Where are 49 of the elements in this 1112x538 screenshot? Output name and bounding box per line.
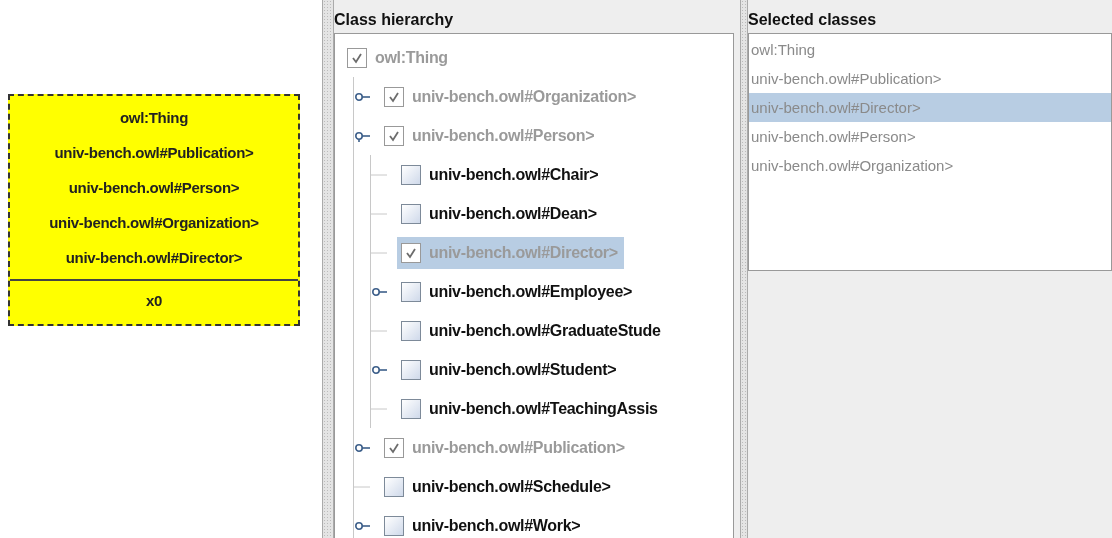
list-item[interactable]: univ-bench.owl#Publication> [749, 64, 1111, 93]
checkbox[interactable] [401, 359, 421, 380]
panel-title: Class hierarchy [334, 10, 455, 30]
checkbox[interactable] [384, 437, 404, 458]
list-item[interactable]: univ-bench.owl#Director> [749, 93, 1111, 122]
checkbox[interactable] [384, 515, 404, 536]
tree-item[interactable]: univ-bench.owl#Employee> [397, 275, 639, 308]
tree-item[interactable]: univ-bench.owl#TeachingAssis [397, 392, 664, 425]
class-label: owl:Thing [119, 108, 189, 128]
list-item[interactable]: owl:Thing [749, 35, 1111, 64]
collapsed-handle-icon[interactable] [354, 441, 372, 454]
checkbox[interactable] [347, 47, 367, 68]
list-item[interactable]: univ-bench.owl#Person> [749, 122, 1111, 151]
panel-title: Selected classes [748, 10, 878, 30]
list-item[interactable]: univ-bench.owl#Organization> [749, 151, 1111, 180]
check-icon [351, 51, 363, 64]
collapsed-handle-icon[interactable] [354, 90, 372, 103]
tree-item[interactable]: univ-bench.owl#Organization> [380, 80, 643, 113]
tree-item[interactable]: owl:Thing [343, 41, 454, 74]
tree-item[interactable]: univ-bench.owl#Publication> [380, 431, 631, 464]
checkbox[interactable] [401, 320, 421, 341]
tree-item[interactable]: univ-bench.owl#Dean> [397, 197, 603, 230]
check-icon [388, 129, 400, 142]
checkbox[interactable] [384, 476, 404, 497]
tree-item[interactable]: univ-bench.owl#Schedule> [380, 470, 617, 503]
check-icon [405, 246, 417, 259]
expanded-handle-icon[interactable] [354, 129, 372, 142]
checkbox[interactable] [401, 242, 421, 263]
tree-item[interactable]: univ-bench.owl#GraduateStude [397, 314, 667, 347]
checkbox[interactable] [384, 125, 404, 146]
checkbox[interactable] [401, 281, 421, 302]
tree-item[interactable]: univ-bench.owl#Chair> [397, 158, 605, 191]
tree-item[interactable]: univ-bench.owl#Student> [397, 353, 623, 386]
checkbox[interactable] [401, 203, 421, 224]
tree-item[interactable]: univ-bench.owl#Work> [380, 509, 587, 538]
checkbox[interactable] [384, 86, 404, 107]
class-label: univ-bench.owl#Organization> [49, 213, 259, 233]
check-icon [388, 90, 400, 103]
class-label: univ-bench.owl#Publication> [54, 143, 254, 163]
collapsed-handle-icon[interactable] [354, 519, 372, 532]
tree-item[interactable]: univ-bench.owl#Person> [380, 119, 601, 152]
check-icon [388, 441, 400, 454]
checkbox[interactable] [401, 398, 421, 419]
checkbox[interactable] [401, 164, 421, 185]
class-label: univ-bench.owl#Director> [65, 248, 243, 268]
collapsed-handle-icon[interactable] [371, 363, 389, 376]
variable-label: x0 [145, 291, 163, 311]
collapsed-handle-icon[interactable] [371, 285, 389, 298]
class-label: univ-bench.owl#Person> [68, 178, 240, 198]
